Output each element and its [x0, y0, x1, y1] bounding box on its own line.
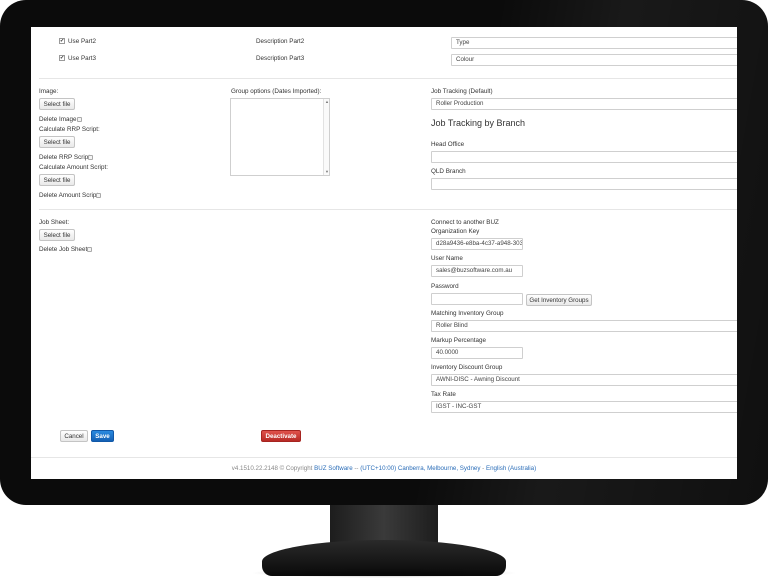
- markup-percentage-label: Markup Percentage: [431, 337, 486, 344]
- image-select-file-button[interactable]: Select file: [39, 98, 75, 110]
- description-part3-label: Description Part3: [256, 55, 305, 62]
- monitor-stand-neck: [330, 505, 438, 545]
- org-key-input[interactable]: d28a9436-e8ba-4c37-a948-3039: [431, 238, 523, 250]
- job-tracking-by-branch-heading: Job Tracking by Branch: [431, 118, 526, 128]
- group-options-label: Group options (Dates Imported):: [231, 88, 322, 95]
- rrp-select-file-button[interactable]: Select file: [39, 136, 75, 148]
- delete-image-checkbox[interactable]: [77, 117, 82, 122]
- divider: [39, 78, 737, 79]
- footer-timezone-link[interactable]: (UTC+10:00) Canberra, Melbourne, Sydney: [360, 465, 480, 472]
- divider: [39, 209, 737, 210]
- description-part3-input[interactable]: Colour: [451, 54, 737, 66]
- footer-language-link[interactable]: English (Australia): [486, 465, 536, 472]
- use-part2-label: Use Part2: [68, 38, 96, 45]
- monitor-shadow: [250, 568, 518, 578]
- connect-label: Connect to another BUZ: [431, 219, 499, 226]
- qld-branch-label: QLD Branch: [431, 168, 466, 175]
- matching-inventory-label: Matching Inventory Group: [431, 310, 504, 317]
- job-tracking-select[interactable]: Roller Production: [431, 98, 737, 110]
- use-part3-checkbox[interactable]: ✔: [59, 55, 65, 61]
- matching-inventory-select[interactable]: Roller Blind: [431, 320, 737, 332]
- qld-branch-select[interactable]: [431, 178, 737, 190]
- job-sheet-select-file-button[interactable]: Select file: [39, 229, 75, 241]
- footer-company-link[interactable]: BUZ Software: [314, 465, 353, 472]
- job-sheet-label: Job Sheet:: [39, 219, 70, 226]
- scroll-up-icon[interactable]: ▲: [324, 99, 330, 105]
- head-office-label: Head Office: [431, 141, 465, 148]
- password-label: Password: [431, 283, 459, 290]
- footer-separator: -: [482, 465, 485, 472]
- delete-job-sheet-checkbox[interactable]: [87, 247, 92, 252]
- delete-amount-label: Delete Amount Script: [39, 192, 99, 199]
- footer-separator: --: [354, 465, 359, 472]
- save-button[interactable]: Save: [91, 430, 114, 442]
- calc-rrp-label: Calculate RRP Script:: [39, 126, 100, 133]
- footer-version: v4.1510.22.2148 © Copyright: [231, 465, 313, 472]
- delete-image-label: Delete Image: [39, 116, 77, 123]
- footer: v4.1510.22.2148 © Copyright BUZ Software…: [31, 457, 737, 479]
- user-name-label: User Name: [431, 255, 463, 262]
- scroll-down-icon[interactable]: ▼: [324, 169, 330, 175]
- job-tracking-label: Job Tracking (Default): [431, 88, 493, 95]
- group-options-list[interactable]: ▲ ▼: [230, 98, 330, 176]
- description-part2-input[interactable]: Type: [451, 37, 737, 49]
- image-label: Image:: [39, 88, 59, 95]
- head-office-select[interactable]: [431, 151, 737, 163]
- calc-amount-label: Calculate Amount Script:: [39, 164, 108, 171]
- delete-job-sheet-label: Delete Job Sheet: [39, 246, 88, 253]
- delete-amount-checkbox[interactable]: [96, 193, 101, 198]
- use-part3-label: Use Part3: [68, 55, 96, 62]
- delete-rrp-checkbox[interactable]: [88, 155, 93, 160]
- password-input[interactable]: [431, 293, 523, 305]
- use-part2-checkbox[interactable]: ✔: [59, 38, 65, 44]
- tax-rate-select[interactable]: IGST - INC-GST: [431, 401, 737, 413]
- monitor-frame: ✔ Use Part2 Description Part2 Type ✔ Use…: [0, 0, 768, 505]
- tax-rate-label: Tax Rate: [431, 391, 456, 398]
- markup-percentage-input[interactable]: 40.0000: [431, 347, 523, 359]
- amount-select-file-button[interactable]: Select file: [39, 174, 75, 186]
- org-key-label: Organization Key: [431, 228, 480, 235]
- deactivate-button[interactable]: Deactivate: [261, 430, 301, 442]
- get-inventory-groups-button[interactable]: Get Inventory Groups: [526, 294, 592, 306]
- app-screen: ✔ Use Part2 Description Part2 Type ✔ Use…: [31, 27, 737, 479]
- description-part2-label: Description Part2: [256, 38, 305, 45]
- user-name-input[interactable]: sales@buzsoftware.com.au: [431, 265, 523, 277]
- group-options-scrollbar[interactable]: ▲ ▼: [323, 99, 329, 175]
- delete-rrp-label: Delete RRP Script: [39, 154, 90, 161]
- cancel-button[interactable]: Cancel: [60, 430, 88, 442]
- inventory-discount-select[interactable]: AWNI-DISC - Awning Discount: [431, 374, 737, 386]
- inventory-discount-label: Inventory Discount Group: [431, 364, 503, 371]
